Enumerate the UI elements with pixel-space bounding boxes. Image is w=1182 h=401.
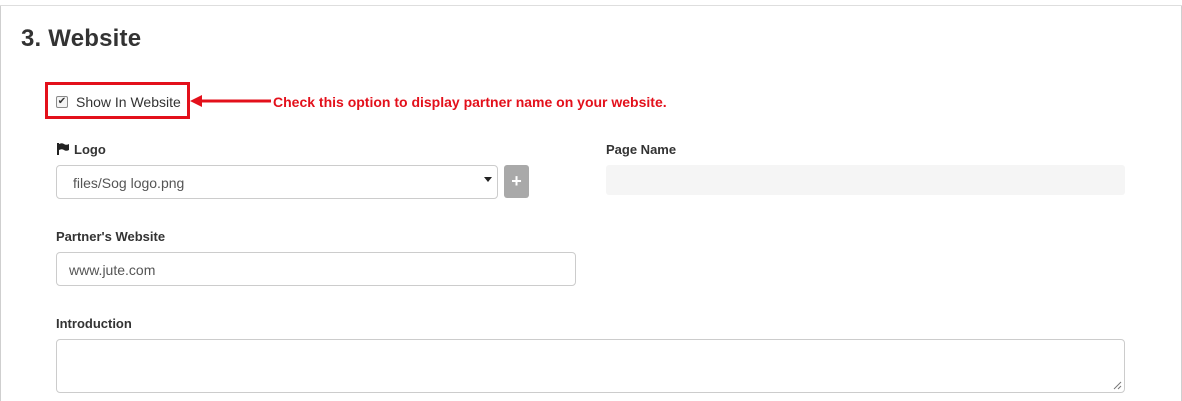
introduction-label: Introduction: [56, 316, 132, 331]
logo-label: Logo: [74, 142, 106, 157]
add-logo-button[interactable]: +: [504, 165, 529, 198]
section-title: 3. Website: [21, 25, 142, 52]
introduction-textarea[interactable]: [56, 339, 1125, 393]
flag-icon: [57, 143, 69, 155]
show-in-website-label[interactable]: Show In Website: [76, 94, 181, 110]
partners-website-input[interactable]: www.jute.com: [56, 252, 576, 286]
show-in-website-checkbox[interactable]: ✔: [56, 96, 68, 108]
logo-select[interactable]: files/Sog logo.png: [56, 165, 498, 199]
plus-icon: +: [511, 171, 522, 191]
annotation-arrow-icon: [190, 95, 271, 107]
annotation-text: Check this option to display partner nam…: [273, 94, 667, 110]
chevron-down-icon: [484, 177, 492, 182]
panel-top-divider: [0, 0, 1182, 6]
resize-grip-icon[interactable]: [1113, 381, 1122, 390]
page-name-label: Page Name: [606, 142, 677, 157]
page-name-input[interactable]: [606, 165, 1125, 195]
partners-website-label: Partner's Website: [56, 229, 166, 244]
